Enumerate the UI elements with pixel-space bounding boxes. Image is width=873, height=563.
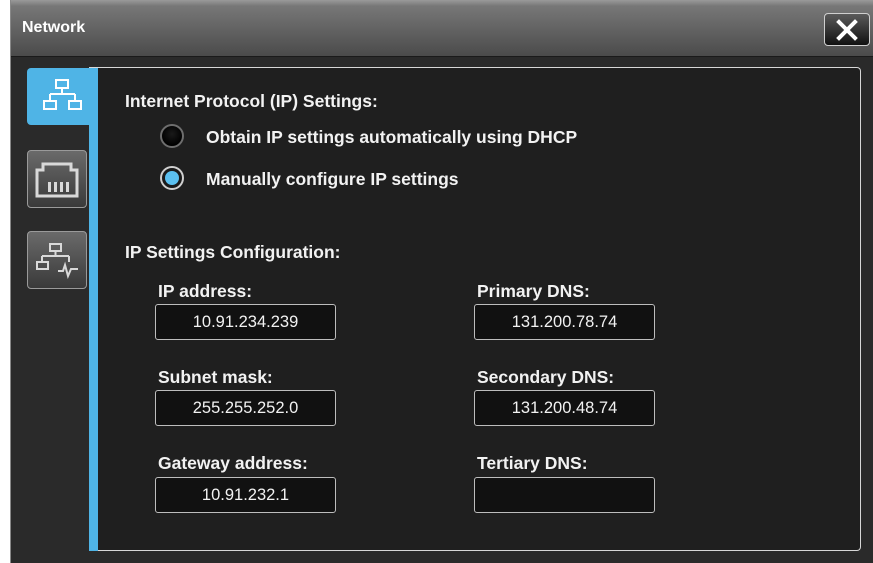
- subnet-mask-field[interactable]: 255.255.252.0: [155, 390, 336, 426]
- gateway-address-label: Gateway address:: [158, 453, 308, 473]
- tab-diagnostics[interactable]: [27, 231, 87, 289]
- ethernet-port-icon: [35, 162, 79, 198]
- secondary-dns-label: Secondary DNS:: [477, 367, 615, 387]
- config-heading: IP Settings Configuration:: [125, 242, 341, 262]
- tertiary-dns-label: Tertiary DNS:: [477, 453, 588, 473]
- ip-settings-heading: Internet Protocol (IP) Settings:: [125, 91, 378, 111]
- network-icon: [43, 79, 82, 110]
- secondary-dns-field[interactable]: 131.200.48.74: [474, 390, 655, 426]
- tab-network[interactable]: [27, 68, 98, 125]
- tab-ethernet[interactable]: [27, 150, 87, 208]
- primary-dns-field[interactable]: 131.200.78.74: [474, 304, 655, 340]
- manual-option-label[interactable]: Manually configure IP settings: [206, 169, 459, 190]
- network-diagnostics-icon: [36, 243, 78, 279]
- subnet-mask-label: Subnet mask:: [158, 367, 273, 387]
- close-icon: [836, 19, 858, 41]
- tertiary-dns-field[interactable]: [474, 477, 655, 513]
- manual-radio[interactable]: [160, 166, 184, 190]
- ip-address-field[interactable]: 10.91.234.239: [155, 304, 336, 340]
- gateway-address-field[interactable]: 10.91.232.1: [155, 477, 336, 513]
- window-title: Network: [22, 19, 86, 36]
- title-bar: Network: [11, 0, 873, 57]
- network-dialog: Network Internet Protocol (IP) Settings:…: [10, 0, 873, 563]
- dhcp-option-label[interactable]: Obtain IP settings automatically using D…: [206, 127, 577, 148]
- primary-dns-label: Primary DNS:: [477, 281, 590, 301]
- ip-address-label: IP address:: [158, 281, 253, 301]
- active-tab-accent: [89, 125, 98, 551]
- dhcp-radio[interactable]: [160, 124, 184, 148]
- close-button[interactable]: [824, 13, 870, 46]
